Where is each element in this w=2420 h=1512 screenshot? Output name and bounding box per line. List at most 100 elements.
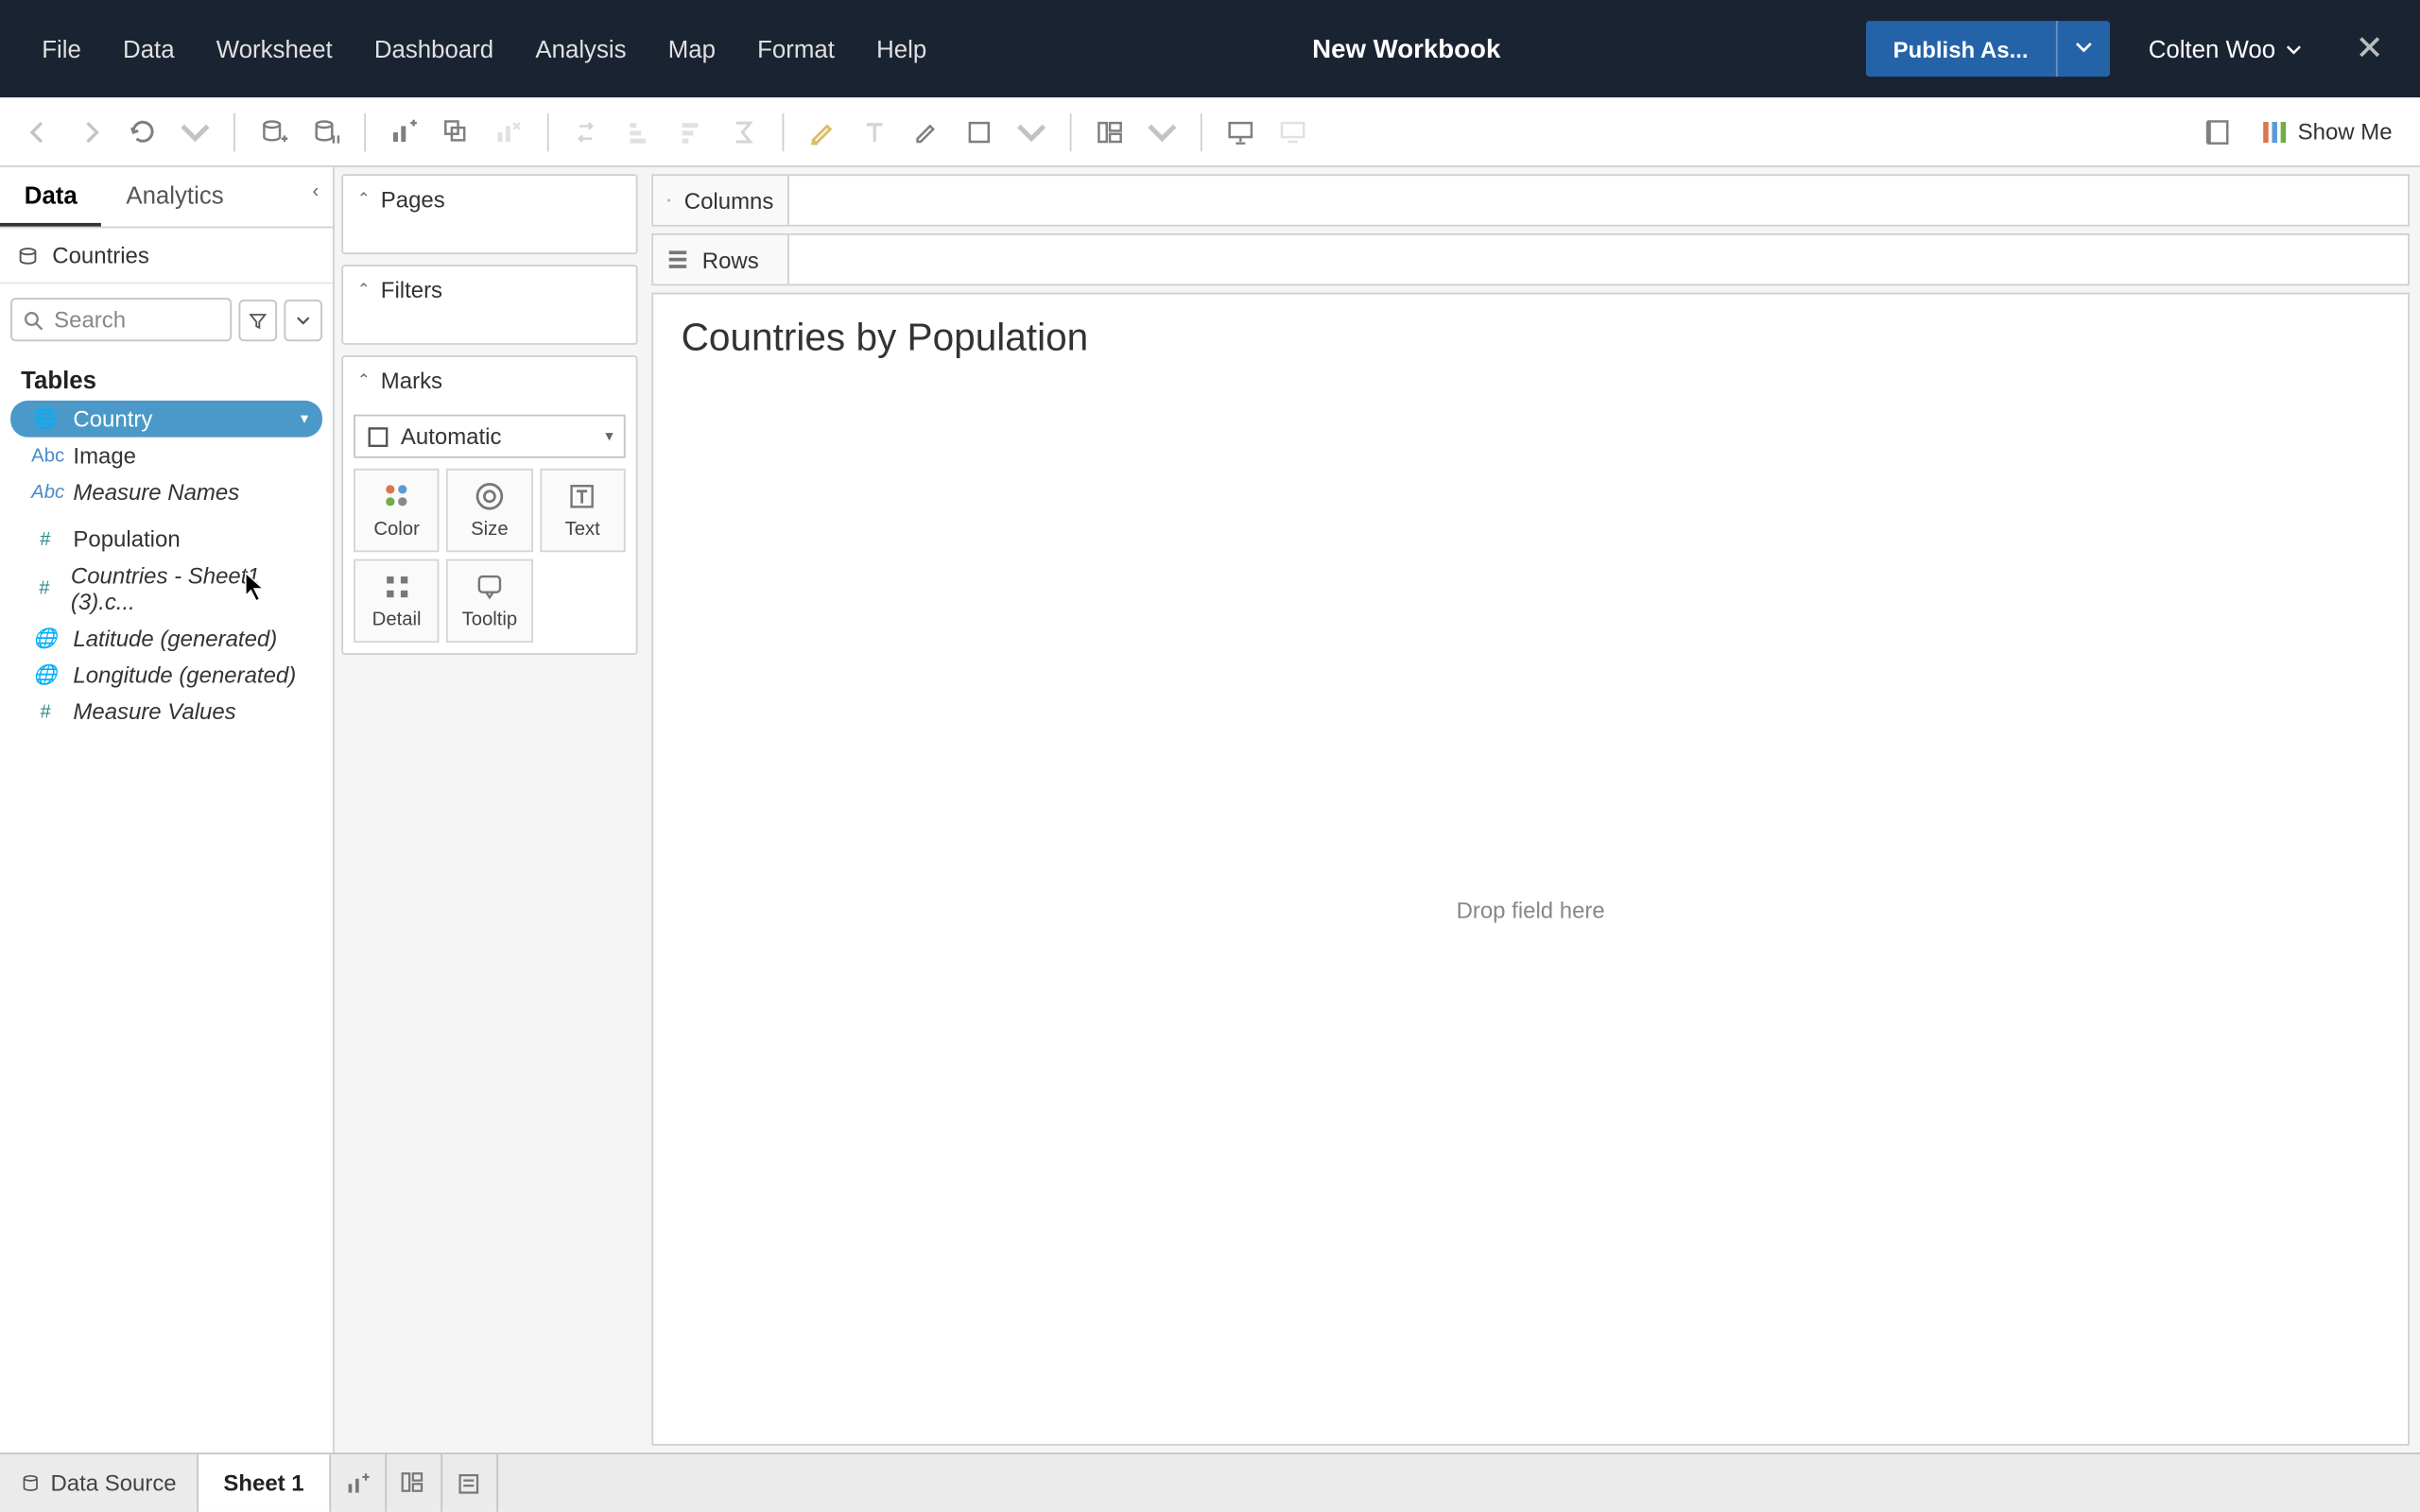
new-story-tab[interactable] [441, 1454, 497, 1512]
collapse-sidebar-button[interactable]: ‹ [299, 167, 333, 227]
mark-type-select[interactable]: Automatic ▾ [354, 415, 626, 458]
menu-data[interactable]: Data [102, 21, 196, 77]
show-me-label: Show Me [2298, 118, 2393, 145]
chart-plus-icon [389, 116, 420, 147]
mark-detail-button[interactable]: Detail [354, 559, 440, 643]
field-label: Countries - Sheet1 (3).c... [71, 562, 308, 614]
globe-icon: 🌐 [31, 627, 59, 650]
tab-data[interactable]: Data [0, 167, 102, 227]
menu-help[interactable]: Help [856, 21, 947, 77]
fit-button[interactable] [955, 107, 1004, 156]
publish-button[interactable]: Publish As... [1865, 21, 2110, 77]
sheet-title[interactable]: Countries by Population [653, 294, 2408, 374]
field-label: Latitude (generated) [73, 626, 277, 652]
fields-menu-button[interactable] [284, 299, 322, 340]
tab-analytics[interactable]: Analytics [102, 167, 299, 227]
visualization-zone[interactable]: Countries by Population Drop field here [651, 293, 2410, 1446]
filters-card[interactable]: ⌃Filters [341, 265, 637, 345]
columns-icon [667, 190, 670, 211]
rows-drop-zone[interactable] [789, 235, 2408, 284]
duplicate-button[interactable] [432, 107, 481, 156]
filter-fields-button[interactable] [239, 299, 278, 340]
menu-worksheet[interactable]: Worksheet [196, 21, 354, 77]
columns-drop-zone[interactable] [789, 176, 2408, 225]
datasource-name: Countries [52, 242, 149, 268]
clear-button[interactable] [484, 107, 533, 156]
field-longitude[interactable]: 🌐 Longitude (generated) [10, 657, 322, 694]
menu-file[interactable]: File [21, 21, 102, 77]
field-country[interactable]: 🌐 Country ▾ [10, 401, 322, 438]
close-button[interactable] [2340, 20, 2399, 77]
mark-color-button[interactable]: Color [354, 469, 440, 552]
menu-map[interactable]: Map [648, 21, 736, 77]
highlight-button[interactable] [798, 107, 847, 156]
auto-icon [366, 424, 390, 449]
field-measure-values[interactable]: # Measure Values [10, 694, 322, 730]
undo-button[interactable] [14, 107, 63, 156]
field-menu-caret[interactable]: ▾ [301, 409, 308, 428]
menu-format[interactable]: Format [736, 21, 856, 77]
text-button[interactable] [850, 107, 899, 156]
chevron-down-icon: ▾ [605, 427, 613, 446]
fit-dropdown[interactable] [1007, 107, 1056, 156]
columns-label: Columns [684, 187, 774, 214]
hash-icon: # [31, 701, 59, 722]
arrow-left-icon [23, 116, 54, 147]
pages-card[interactable]: ⌃Pages [341, 174, 637, 254]
mark-detail-label: Detail [372, 610, 422, 630]
cards-column: ⌃Pages ⌃Filters ⌃Marks Automatic ▾ [335, 167, 645, 1452]
mark-size-button[interactable]: Size [446, 469, 532, 552]
presentation-button[interactable] [1216, 107, 1265, 156]
user-menu[interactable]: Colten Woo [2131, 25, 2319, 74]
share-button[interactable] [1269, 107, 1318, 156]
toolbar: Show Me [0, 97, 2420, 167]
annotate-button[interactable] [903, 107, 952, 156]
show-cards-dropdown[interactable] [1138, 107, 1187, 156]
chevron-down-icon [180, 116, 211, 147]
sheet-label: Sheet 1 [223, 1470, 303, 1497]
marks-card: ⌃Marks Automatic ▾ Color [341, 355, 637, 655]
totals-button[interactable] [719, 107, 769, 156]
show-me-button[interactable]: Show Me [2245, 111, 2406, 152]
field-label: Measure Names [73, 479, 239, 506]
hash-icon: # [31, 528, 59, 549]
new-worksheet-tab[interactable] [330, 1454, 386, 1512]
new-worksheet-button[interactable] [380, 107, 429, 156]
field-countries-count[interactable]: # Countries - Sheet1 (3).c... [10, 558, 322, 620]
sort-desc-button[interactable] [667, 107, 717, 156]
mark-tooltip-button[interactable]: Tooltip [446, 559, 532, 643]
field-population[interactable]: # Population [10, 521, 322, 558]
rows-shelf[interactable]: Rows [651, 233, 2410, 285]
new-dashboard-tab[interactable] [386, 1454, 441, 1512]
data-guide-button[interactable] [2193, 107, 2242, 156]
rows-label: Rows [702, 247, 759, 273]
chevron-down-icon [1016, 116, 1047, 147]
publish-dropdown-caret[interactable] [2056, 21, 2110, 77]
close-icon [2358, 34, 2382, 59]
field-measure-names[interactable]: Abc Measure Names [10, 473, 322, 510]
redo-button[interactable] [66, 107, 115, 156]
data-source-tab[interactable]: Data Source [0, 1454, 199, 1512]
data-source-label: Data Source [50, 1470, 176, 1497]
data-pane: Data Analytics ‹ Countries Search [0, 167, 335, 1452]
search-input[interactable]: Search [10, 298, 232, 341]
datasource-row[interactable]: Countries [0, 228, 333, 284]
revert-dropdown[interactable] [171, 107, 220, 156]
collapse-icon: ⌃ [357, 190, 371, 209]
menu-analysis[interactable]: Analysis [514, 21, 647, 77]
columns-shelf[interactable]: Columns [651, 174, 2410, 226]
menu-dashboard[interactable]: Dashboard [354, 21, 514, 77]
guide-icon [2202, 116, 2233, 147]
field-latitude[interactable]: 🌐 Latitude (generated) [10, 620, 322, 657]
swap-button[interactable] [562, 107, 612, 156]
abc-icon: Abc [31, 445, 59, 466]
show-cards-button[interactable] [1085, 107, 1134, 156]
sheet-1-tab[interactable]: Sheet 1 [199, 1454, 331, 1512]
sort-asc-button[interactable] [615, 107, 665, 156]
field-image[interactable]: Abc Image [10, 438, 322, 474]
revert-button[interactable] [118, 107, 167, 156]
field-label: Population [73, 526, 180, 553]
mark-text-button[interactable]: Text [540, 469, 626, 552]
pause-updates-button[interactable] [302, 107, 351, 156]
new-datasource-button[interactable] [250, 107, 299, 156]
